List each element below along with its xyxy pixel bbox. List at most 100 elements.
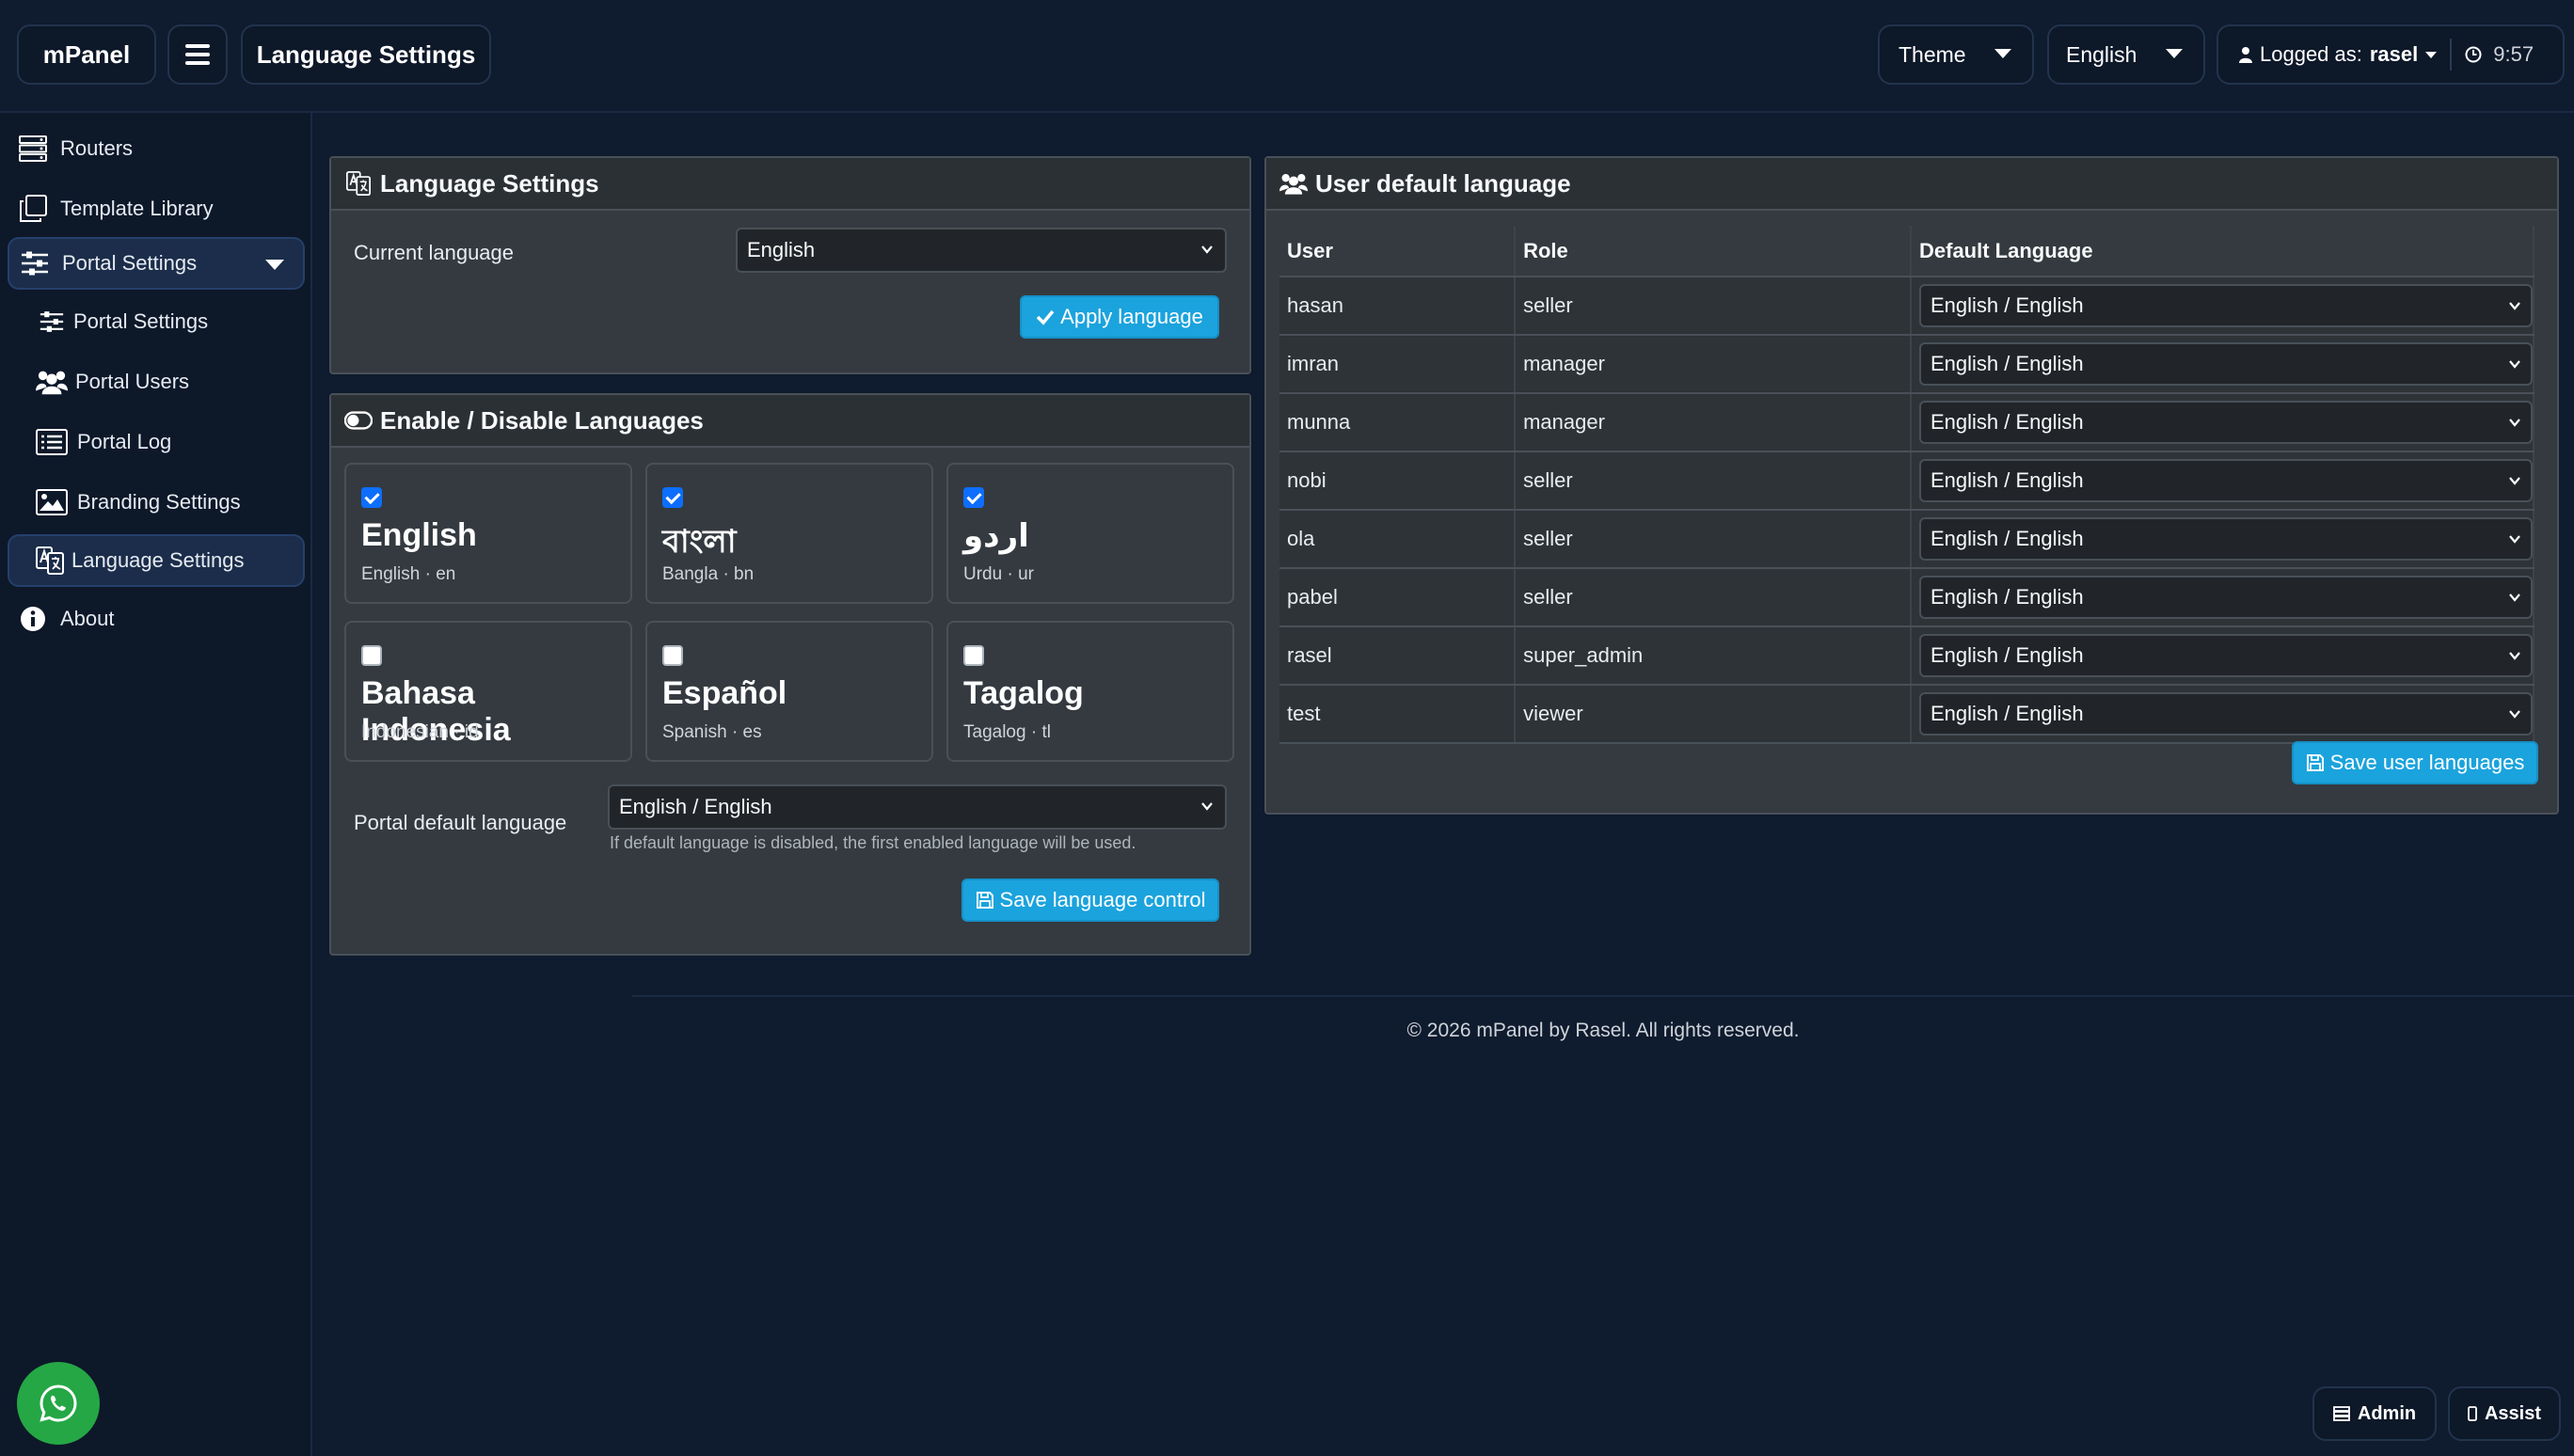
user-language-select[interactable]: English / English <box>1919 459 2533 502</box>
chevron-down-icon <box>265 260 284 270</box>
cell-role: seller <box>1515 568 1912 627</box>
theme-dropdown[interactable]: Theme <box>1878 24 2034 85</box>
button-label: Save user languages <box>2329 751 2525 774</box>
sidebar-item-routers[interactable]: Routers <box>8 122 305 175</box>
sidebar-item-portal-log[interactable]: Portal Log <box>8 416 305 468</box>
sidebar-item-portal-users[interactable]: Portal Users <box>8 356 305 408</box>
language-native-name: Tagalog <box>963 675 1084 711</box>
language-code: Bangla · bn <box>662 564 755 584</box>
server-icon <box>2332 1406 2350 1421</box>
sliders-icon <box>36 308 68 336</box>
select-value: English / English <box>1930 585 2084 609</box>
panel-header: User default language <box>1266 158 2557 211</box>
clock-time: 9:57 <box>2493 42 2534 66</box>
user-language-select[interactable]: English / English <box>1919 634 2533 677</box>
brand-button[interactable]: mPanel <box>17 24 156 85</box>
column-header-role: Role <box>1515 226 1912 277</box>
sidebar-item-label: Language Settings <box>72 548 245 572</box>
info-icon <box>17 605 49 633</box>
checkbox-en[interactable] <box>361 487 382 508</box>
chevron-down-icon <box>1201 802 1213 811</box>
user-language-select[interactable]: English / English <box>1919 342 2533 386</box>
table-header-row: User Role Default Language <box>1279 226 2534 277</box>
user-default-language-panel: User default language User Role Default … <box>1264 156 2559 815</box>
chevron-down-icon <box>1994 49 2011 58</box>
menu-toggle-button[interactable] <box>167 24 228 85</box>
checkbox-bn[interactable] <box>662 487 683 508</box>
cell-default-language: English / English <box>1911 568 2534 627</box>
sidebar-item-about[interactable]: About <box>8 593 305 645</box>
chevron-down-icon <box>2509 535 2520 544</box>
sidebar-item-label: Portal Users <box>75 370 190 393</box>
panel-title: Enable / Disable Languages <box>380 405 704 435</box>
sidebar-item-label: About <box>60 607 115 630</box>
select-value: English / English <box>1930 702 2084 725</box>
user-language-select[interactable]: English / English <box>1919 517 2533 561</box>
language-icon <box>34 546 66 575</box>
language-card-id[interactable]: Bahasa Indonesia Indonesian · id <box>344 621 632 762</box>
user-language-select[interactable]: English / English <box>1919 401 2533 444</box>
users-icon <box>36 368 68 396</box>
clock-icon <box>2465 46 2482 63</box>
portal-default-language-label: Portal default language <box>354 811 567 834</box>
username: rasel <box>2369 42 2419 66</box>
user-language-select[interactable]: English / English <box>1919 576 2533 619</box>
select-value: English / English <box>619 795 772 818</box>
save-language-control-button[interactable]: Save language control <box>961 878 1219 922</box>
sidebar-item-branding-settings[interactable]: Branding Settings <box>8 476 305 529</box>
sidebar-item-portal-settings[interactable]: Portal Settings <box>8 295 305 348</box>
sidebar-item-label: Branding Settings <box>77 490 241 514</box>
chevron-down-icon <box>2509 593 2520 602</box>
server-icon <box>17 135 49 163</box>
current-language-select[interactable]: English <box>736 228 1227 273</box>
language-code: Indonesian · id <box>361 722 479 742</box>
user-menu[interactable]: Logged as: rasel 9:57 <box>2216 24 2565 85</box>
checkbox-es[interactable] <box>662 645 683 666</box>
select-value: English / English <box>1930 293 2084 317</box>
cell-user: hasan <box>1279 277 1517 336</box>
logged-as-label: Logged as: <box>2260 42 2362 66</box>
cell-default-language: English / English <box>1911 685 2534 744</box>
cell-user: munna <box>1279 393 1517 452</box>
chevron-down-icon <box>2509 477 2520 485</box>
checkbox-tl[interactable] <box>963 645 984 666</box>
sliders-icon <box>19 249 51 277</box>
chevron-down-icon <box>1201 245 1213 254</box>
user-language-table: User Role Default Language hasan seller En… <box>1279 226 2534 744</box>
language-code: Tagalog · tl <box>963 722 1051 742</box>
language-dropdown[interactable]: English <box>2047 24 2205 85</box>
language-native-name: বাংলা <box>662 524 737 560</box>
button-label: Save language control <box>999 888 1206 911</box>
language-card-en[interactable]: English English · en <box>344 463 632 604</box>
apply-language-button[interactable]: Apply language <box>1020 295 1219 339</box>
table-row: test viewer English / English <box>1279 685 2534 744</box>
save-user-languages-button[interactable]: Save user languages <box>2292 741 2538 784</box>
portal-default-language-select[interactable]: English / English <box>608 784 1227 830</box>
sidebar-item-portal-settings-group[interactable]: Portal Settings <box>8 237 305 290</box>
table-row: ola seller English / English <box>1279 510 2534 569</box>
assist-button[interactable]: Assist <box>2448 1386 2561 1441</box>
user-language-select[interactable]: English / English <box>1919 284 2533 327</box>
image-icon <box>36 488 68 516</box>
language-card-tl[interactable]: Tagalog Tagalog · tl <box>946 621 1234 762</box>
checkbox-ur[interactable] <box>963 487 984 508</box>
checkbox-id[interactable] <box>361 645 382 666</box>
cell-user: imran <box>1279 335 1517 394</box>
language-card-ur[interactable]: اردو Urdu · ur <box>946 463 1234 604</box>
panel-header: Language Settings <box>331 158 1249 211</box>
whatsapp-icon <box>38 1383 79 1424</box>
sidebar-item-template-library[interactable]: Template Library <box>8 182 305 235</box>
language-card-bn[interactable]: বাংলা Bangla · bn <box>645 463 933 604</box>
admin-button[interactable]: Admin <box>2312 1386 2437 1441</box>
check-icon <box>1036 309 1055 325</box>
default-language-help-text: If default language is disabled, the fir… <box>610 833 1136 852</box>
language-card-es[interactable]: Español Spanish · es <box>645 621 933 762</box>
user-language-select[interactable]: English / English <box>1919 692 2533 736</box>
page-title: Language Settings <box>241 24 491 85</box>
button-label: Apply language <box>1060 305 1203 328</box>
sidebar-item-language-settings[interactable]: Language Settings <box>8 534 305 587</box>
whatsapp-button[interactable] <box>17 1362 100 1445</box>
enable-disable-languages-panel: Enable / Disable Languages English Engli… <box>329 393 1251 956</box>
chevron-down-icon <box>2509 710 2520 719</box>
toggle-icon <box>344 407 373 434</box>
